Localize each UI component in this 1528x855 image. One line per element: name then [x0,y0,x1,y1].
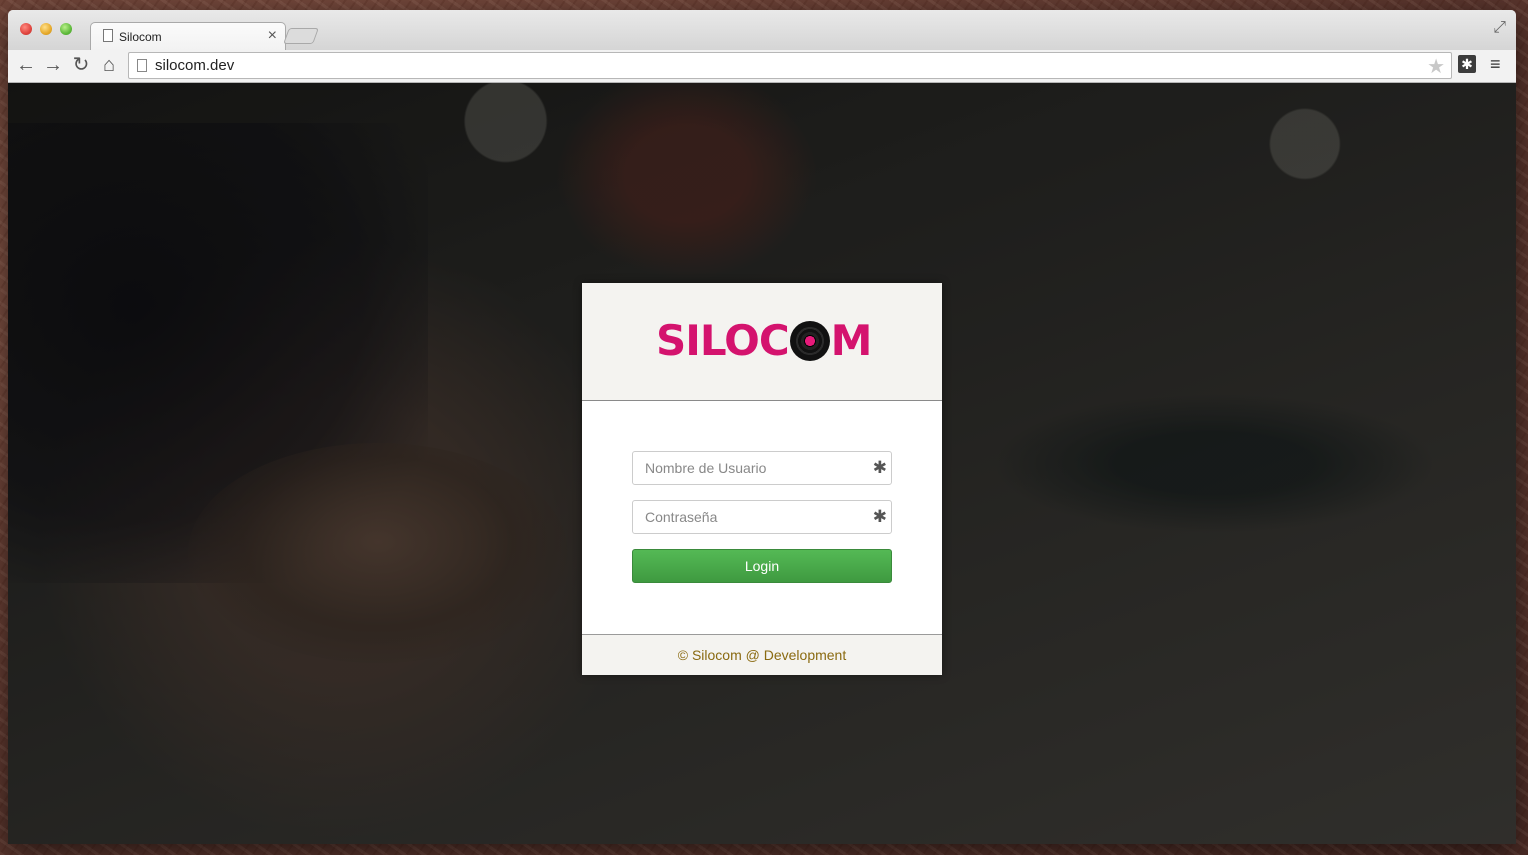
username-field[interactable]: ✱ [632,451,892,485]
title-bar: Silocom × ⤢ [8,10,1516,51]
forward-button[interactable]: → [41,53,65,77]
page-viewport: SILOC M ✱ ✱ Login © Silocom @ Developmen… [8,83,1516,844]
tab-close-icon[interactable]: × [268,27,277,45]
fullscreen-icon[interactable]: ⤢ [1493,19,1506,37]
required-asterisk-icon: ✱ [872,458,887,477]
login-header: SILOC M [582,283,942,401]
browser-toolbar: ← → ↻ ⌂ silocom.dev ★ ✱ ≡ [8,50,1516,83]
reload-button[interactable]: ↻ [69,53,93,77]
menu-icon[interactable]: ≡ [1490,54,1501,75]
window-minimize-button[interactable] [40,23,52,35]
url-text[interactable]: silocom.dev [155,57,234,74]
page-icon [137,59,147,72]
back-button[interactable]: ← [14,53,38,77]
username-input[interactable] [633,452,891,484]
window-close-button[interactable] [20,23,32,35]
tab-title: Silocom [119,30,162,44]
password-input[interactable] [633,501,891,533]
logo-text-right: M [830,315,873,365]
browser-window: Silocom × ⤢ ← → ↻ ⌂ silocom.dev ★ ✱ ≡ SI… [8,10,1516,844]
required-asterisk-icon: ✱ [872,507,887,526]
extension-icon[interactable]: ✱ [1458,55,1476,73]
vinyl-record-icon [789,321,830,361]
login-footer: © Silocom @ Development [582,634,942,675]
home-button[interactable]: ⌂ [97,53,121,77]
password-field[interactable]: ✱ [632,500,892,534]
logo-text-left: SILOC [656,315,790,365]
window-maximize-button[interactable] [60,23,72,35]
tab-silocom[interactable]: Silocom × [90,22,286,51]
new-tab-button[interactable] [283,28,319,44]
silocom-logo: SILOC M [656,315,873,365]
bookmark-star-icon[interactable]: ★ [1427,54,1445,79]
login-button[interactable]: Login [632,549,892,583]
address-bar[interactable]: silocom.dev ★ [128,52,1452,79]
login-panel: SILOC M ✱ ✱ Login © Silocom @ Developmen… [582,283,942,675]
page-icon [103,29,113,42]
